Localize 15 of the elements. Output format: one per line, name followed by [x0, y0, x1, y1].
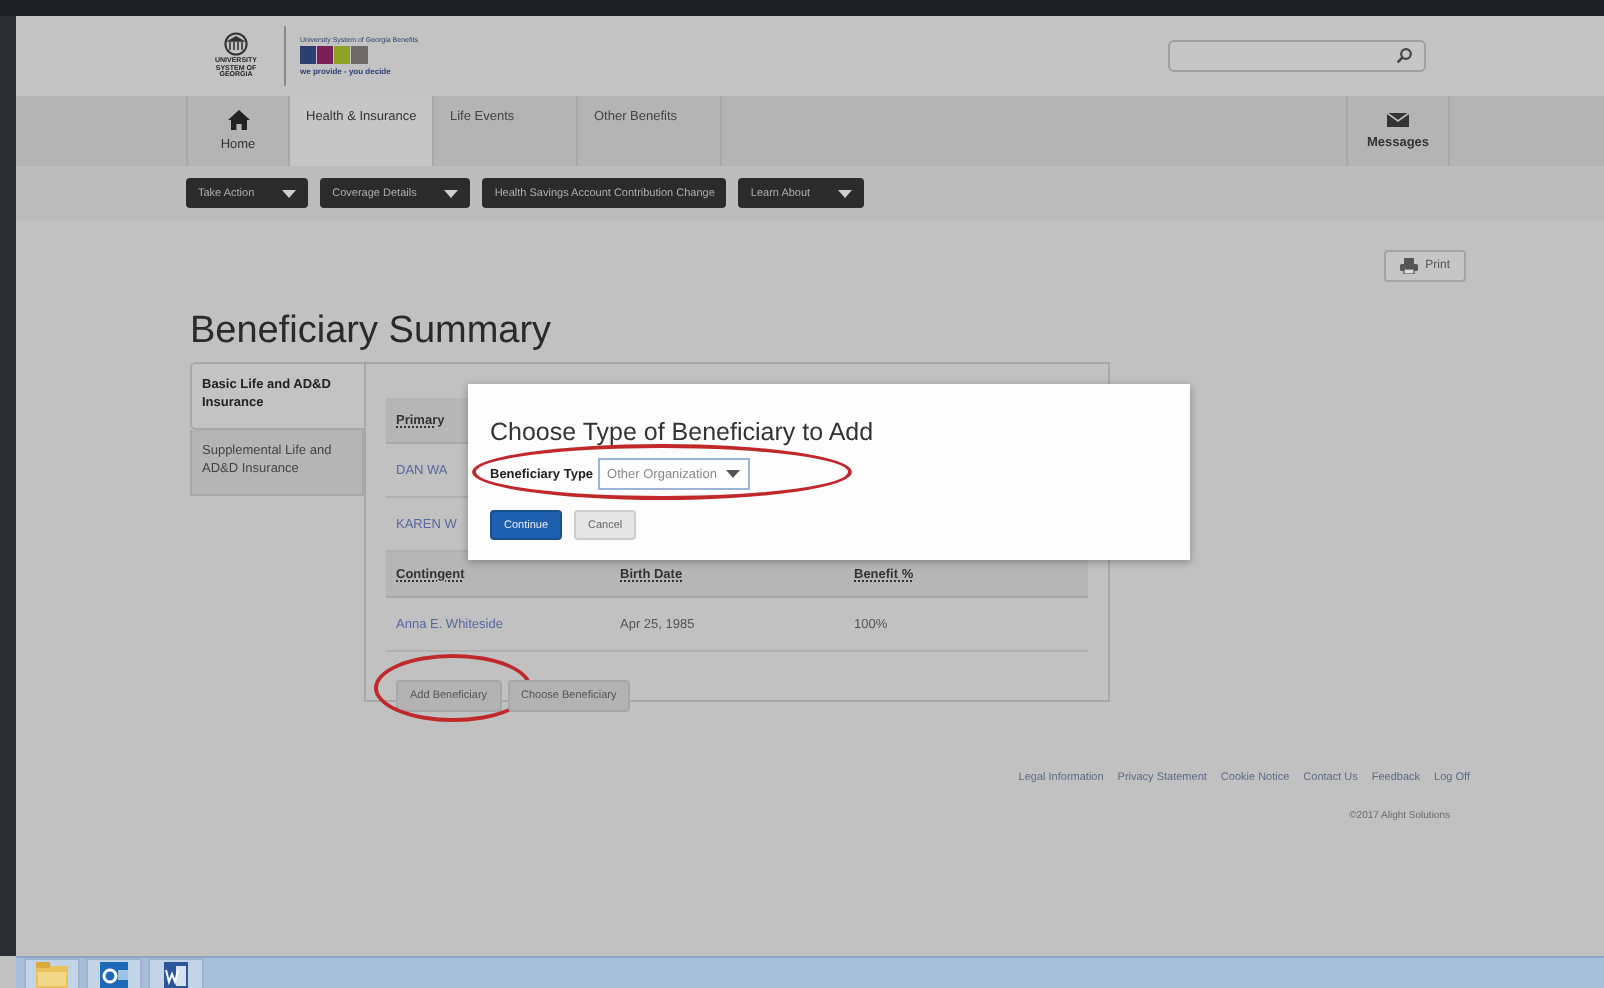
search-field[interactable]: [1168, 40, 1426, 72]
printer-icon: [1399, 258, 1418, 274]
document-app-icon[interactable]: [158, 959, 194, 988]
dialog-title: Choose Type of Beneficiary to Add: [490, 418, 876, 446]
caret-icon: [838, 189, 853, 197]
envelope-icon: [1386, 112, 1410, 128]
caret-icon: [444, 189, 459, 197]
caret-icon: [726, 470, 741, 478]
page-title: Beneficiary Summary: [190, 310, 554, 354]
emblem-icon: [224, 31, 248, 56]
caret-icon: [282, 189, 297, 197]
home-icon: [227, 110, 249, 130]
brand-colors-drawing: [300, 46, 368, 64]
mail-app-icon[interactable]: [96, 959, 132, 988]
search-icon: [1396, 48, 1412, 64]
